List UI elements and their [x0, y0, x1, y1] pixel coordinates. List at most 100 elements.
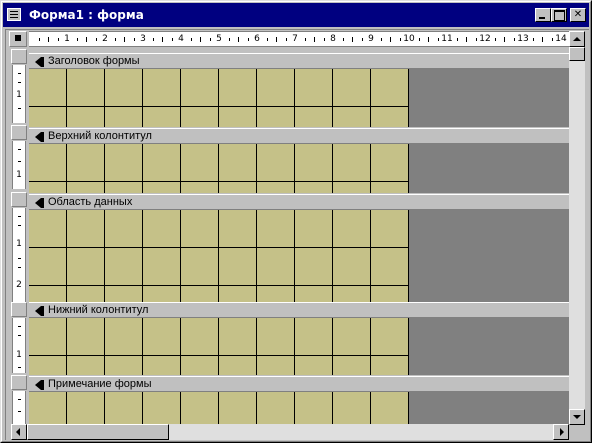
ruler-tick: [152, 38, 154, 41]
form-header-grid[interactable]: [29, 69, 409, 127]
ruler-number: 7: [292, 34, 298, 44]
page-footer-grid[interactable]: [29, 318, 409, 375]
ruler-tick: [399, 38, 401, 41]
section-label: Заголовок формы: [48, 55, 140, 67]
vertical-ruler-segment: 1: [12, 318, 26, 373]
ruler-number: 14: [555, 34, 567, 44]
ruler-tick: [285, 38, 287, 41]
form-design-window: Форма1 : форма ✕ 1 2 3 4 5 6 7 8 9 10 11 12 13 14 1 1…: [0, 0, 592, 443]
ruler-tick: [276, 37, 277, 42]
section-arrow-icon: [35, 57, 44, 67]
ruler-tick: [95, 38, 97, 41]
ruler-tick: [352, 37, 353, 42]
ruler-tick: [228, 38, 230, 41]
form-footer-background: [409, 392, 569, 424]
ruler-tick: [247, 38, 249, 41]
arrow-left-icon: [16, 428, 20, 436]
ruler-tick: [542, 37, 543, 42]
ruler-tick: [551, 38, 553, 41]
ruler-tick: [171, 38, 173, 41]
ruler-tick: [86, 37, 87, 42]
ruler-tick: [162, 37, 163, 42]
close-button[interactable]: ✕: [570, 8, 586, 22]
ruler-tick: [238, 37, 239, 42]
section-bar-page-header[interactable]: Верхний колонтитул: [29, 128, 569, 144]
ruler-tick: [190, 38, 192, 41]
vertical-ruler-segment: 1: [12, 65, 26, 123]
ruler-number: 11: [441, 34, 453, 44]
form-selector-button[interactable]: [9, 31, 27, 47]
section-selector-page-header[interactable]: [11, 125, 27, 140]
ruler-tick: [200, 37, 201, 42]
section-selector-page-footer[interactable]: [11, 302, 27, 317]
vertical-ruler-number: 1: [16, 170, 22, 180]
ruler-number: 13: [517, 34, 529, 44]
ruler-tick: [57, 38, 59, 41]
scroll-right-button[interactable]: [553, 424, 569, 440]
scroll-left-button[interactable]: [11, 424, 27, 440]
ruler-tick: [513, 38, 515, 41]
vertical-ruler[interactable]: 1 1 1 2 1: [11, 49, 27, 424]
section-bar-detail[interactable]: Область данных: [29, 194, 569, 210]
section-label: Область данных: [48, 196, 133, 208]
section-bar-form-footer[interactable]: Примечание формы: [29, 376, 569, 392]
vertical-scroll-thumb[interactable]: [569, 47, 585, 61]
ruler-tick: [475, 38, 477, 41]
ruler-tick: [38, 38, 40, 41]
horizontal-ruler[interactable]: 1 2 3 4 5 6 7 8 9 10 11 12 13 14: [29, 31, 569, 47]
ruler-tick: [428, 37, 429, 42]
page-footer-background: [409, 318, 569, 375]
ruler-number: 2: [102, 34, 108, 44]
section-bar-page-footer[interactable]: Нижний колонтитул: [29, 302, 569, 318]
section-bar-form-header[interactable]: Заголовок формы: [29, 53, 569, 69]
minimize-button[interactable]: [535, 8, 551, 22]
title-bar[interactable]: Форма1 : форма ✕: [3, 3, 589, 27]
form-window-icon[interactable]: [7, 8, 21, 21]
ruler-tick: [380, 38, 382, 41]
ruler-tick: [266, 38, 268, 41]
section-label: Верхний колонтитул: [48, 130, 152, 142]
arrow-up-icon: [573, 37, 581, 41]
ruler-tick: [342, 38, 344, 41]
ruler-number: 12: [479, 34, 491, 44]
ruler-tick: [532, 38, 534, 41]
section-arrow-icon: [35, 198, 44, 208]
scroll-down-button[interactable]: [569, 409, 585, 425]
vertical-ruler-segment: [12, 391, 26, 424]
ruler-tick: [76, 38, 78, 41]
ruler-tick: [124, 37, 125, 42]
ruler-number: 8: [330, 34, 336, 44]
maximize-button[interactable]: [551, 8, 567, 22]
ruler-tick: [504, 37, 505, 42]
ruler-tick: [114, 38, 116, 41]
horizontal-scroll-thumb[interactable]: [27, 424, 169, 440]
horizontal-scrollbar[interactable]: [11, 424, 569, 440]
section-selector-detail[interactable]: [11, 192, 27, 207]
ruler-tick: [48, 37, 49, 42]
vertical-scrollbar[interactable]: [569, 31, 585, 425]
detail-grid[interactable]: [29, 210, 409, 302]
vertical-ruler-segment: 1 2: [12, 208, 26, 303]
ruler-number: 5: [216, 34, 222, 44]
ruler-tick: [418, 38, 420, 41]
ruler-tick: [456, 38, 458, 41]
size-grip[interactable]: [569, 425, 585, 440]
ruler-tick: [323, 38, 325, 41]
section-arrow-icon: [35, 380, 44, 390]
scroll-up-button[interactable]: [569, 31, 585, 47]
form-header-background: [409, 69, 569, 127]
detail-background: [409, 210, 569, 302]
vertical-ruler-number: 1: [16, 90, 22, 100]
ruler-tick: [133, 38, 135, 41]
page-header-grid[interactable]: [29, 144, 409, 193]
ruler-tick: [304, 38, 306, 41]
vertical-ruler-number: 2: [16, 280, 22, 290]
ruler-tick: [361, 38, 363, 41]
section-selector-form-header[interactable]: [11, 49, 27, 64]
section-selector-form-footer[interactable]: [11, 375, 27, 390]
form-footer-grid[interactable]: [29, 392, 409, 424]
ruler-number: 3: [140, 34, 146, 44]
vertical-ruler-number: 1: [16, 350, 22, 360]
arrow-right-icon: [560, 428, 564, 436]
window-title: Форма1 : форма: [29, 8, 144, 22]
